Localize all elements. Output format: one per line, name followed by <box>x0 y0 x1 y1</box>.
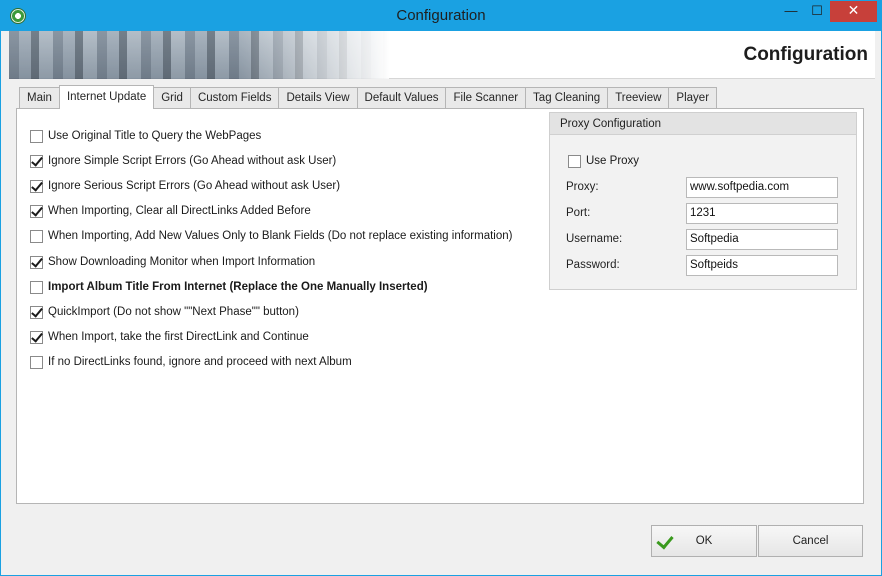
tab-file-scanner[interactable]: File Scanner <box>445 87 527 109</box>
password-field[interactable]: Softpeids <box>686 255 838 276</box>
option-ignore-serious-errors[interactable]: Ignore Serious Script Errors (Go Ahead w… <box>30 178 340 194</box>
checkbox[interactable] <box>30 154 43 168</box>
option-label: QuickImport (Do not show ""Next Phase"" … <box>48 306 299 318</box>
option-quickimport[interactable]: QuickImport (Do not show ""Next Phase"" … <box>30 304 299 320</box>
tab-strip: Main Internet Update Grid Custom Fields … <box>19 85 718 109</box>
tab-internet-update[interactable]: Internet Update <box>58 85 155 109</box>
tab-details-view[interactable]: Details View <box>278 87 358 109</box>
option-label: If no DirectLinks found, ignore and proc… <box>48 356 352 368</box>
option-clear-directlinks[interactable]: When Importing, Clear all DirectLinks Ad… <box>30 203 311 219</box>
password-label: Password: <box>566 259 620 271</box>
option-first-directlink[interactable]: When Import, take the first DirectLink a… <box>30 329 309 345</box>
checkbox[interactable] <box>30 204 43 218</box>
port-label: Port: <box>566 207 591 219</box>
maximize-button[interactable]: ☐ <box>804 1 830 22</box>
option-downloading-monitor[interactable]: Show Downloading Monitor when Import Inf… <box>30 254 315 270</box>
checkbox[interactable] <box>30 255 43 269</box>
proxy-configuration-group: Proxy Configuration Use Proxy Proxy: www… <box>549 112 857 290</box>
banner-title: Configuration <box>743 44 868 65</box>
option-use-original-title[interactable]: Use Original Title to Query the WebPages <box>30 128 261 144</box>
option-label: Use Original Title to Query the WebPages <box>48 130 262 142</box>
ok-button-label: OK <box>695 535 713 547</box>
port-field[interactable]: 1231 <box>686 203 838 224</box>
option-label: When Importing, Add New Values Only to B… <box>48 230 513 242</box>
tab-tag-cleaning[interactable]: Tag Cleaning <box>525 87 609 109</box>
tab-custom-fields[interactable]: Custom Fields <box>189 87 280 109</box>
option-label: Ignore Serious Script Errors (Go Ahead w… <box>48 180 341 192</box>
checkbox[interactable] <box>30 129 43 143</box>
tab-main[interactable]: Main <box>19 87 60 109</box>
use-proxy-option[interactable]: Use Proxy <box>568 153 639 169</box>
ok-button[interactable]: OK <box>651 525 757 557</box>
option-label: Import Album Title From Internet (Replac… <box>48 281 428 293</box>
checkbox[interactable] <box>30 330 43 344</box>
username-field[interactable]: Softpedia <box>686 229 838 250</box>
option-no-directlinks[interactable]: If no DirectLinks found, ignore and proc… <box>30 354 352 370</box>
internet-update-panel: Use Original Title to Query the WebPages… <box>16 108 864 504</box>
banner-film-image <box>9 31 389 79</box>
option-ignore-simple-errors[interactable]: Ignore Simple Script Errors (Go Ahead wi… <box>30 153 336 169</box>
minimize-button[interactable]: — <box>778 1 804 22</box>
tab-player[interactable]: Player <box>668 87 718 109</box>
use-proxy-checkbox[interactable] <box>568 154 581 168</box>
checkbox[interactable] <box>30 305 43 319</box>
option-label: When Import, take the first DirectLink a… <box>48 331 309 343</box>
configuration-window: Configuration — ☐ ✕ Configuration Main I… <box>0 0 882 576</box>
option-label: Show Downloading Monitor when Import Inf… <box>48 256 316 268</box>
username-label: Username: <box>566 233 623 245</box>
window-title: Configuration <box>396 7 486 24</box>
title-bar: Configuration — ☐ ✕ <box>1 1 881 31</box>
proxy-group-title: Proxy Configuration <box>550 113 856 135</box>
option-blank-fields-only[interactable]: When Importing, Add New Values Only to B… <box>30 228 512 244</box>
option-label: When Importing, Clear all DirectLinks Ad… <box>48 205 311 217</box>
proxy-field[interactable]: www.softpedia.com <box>686 177 838 198</box>
checkbox[interactable] <box>30 229 43 243</box>
cancel-button[interactable]: Cancel <box>758 525 863 557</box>
checkmark-icon <box>656 531 674 550</box>
proxy-label: Proxy: <box>566 181 599 193</box>
tab-treeview[interactable]: Treeview <box>607 87 670 109</box>
cancel-button-label: Cancel <box>792 535 829 547</box>
checkbox[interactable] <box>30 280 43 294</box>
option-label: Ignore Simple Script Errors (Go Ahead wi… <box>48 155 337 167</box>
use-proxy-label: Use Proxy <box>586 155 640 167</box>
option-import-album-title[interactable]: Import Album Title From Internet (Replac… <box>30 279 428 295</box>
close-button[interactable]: ✕ <box>830 1 877 22</box>
checkbox[interactable] <box>30 355 43 369</box>
tab-default-values[interactable]: Default Values <box>356 87 447 109</box>
checkbox[interactable] <box>30 179 43 193</box>
header-banner: Configuration <box>9 31 875 79</box>
tab-grid[interactable]: Grid <box>153 87 191 109</box>
